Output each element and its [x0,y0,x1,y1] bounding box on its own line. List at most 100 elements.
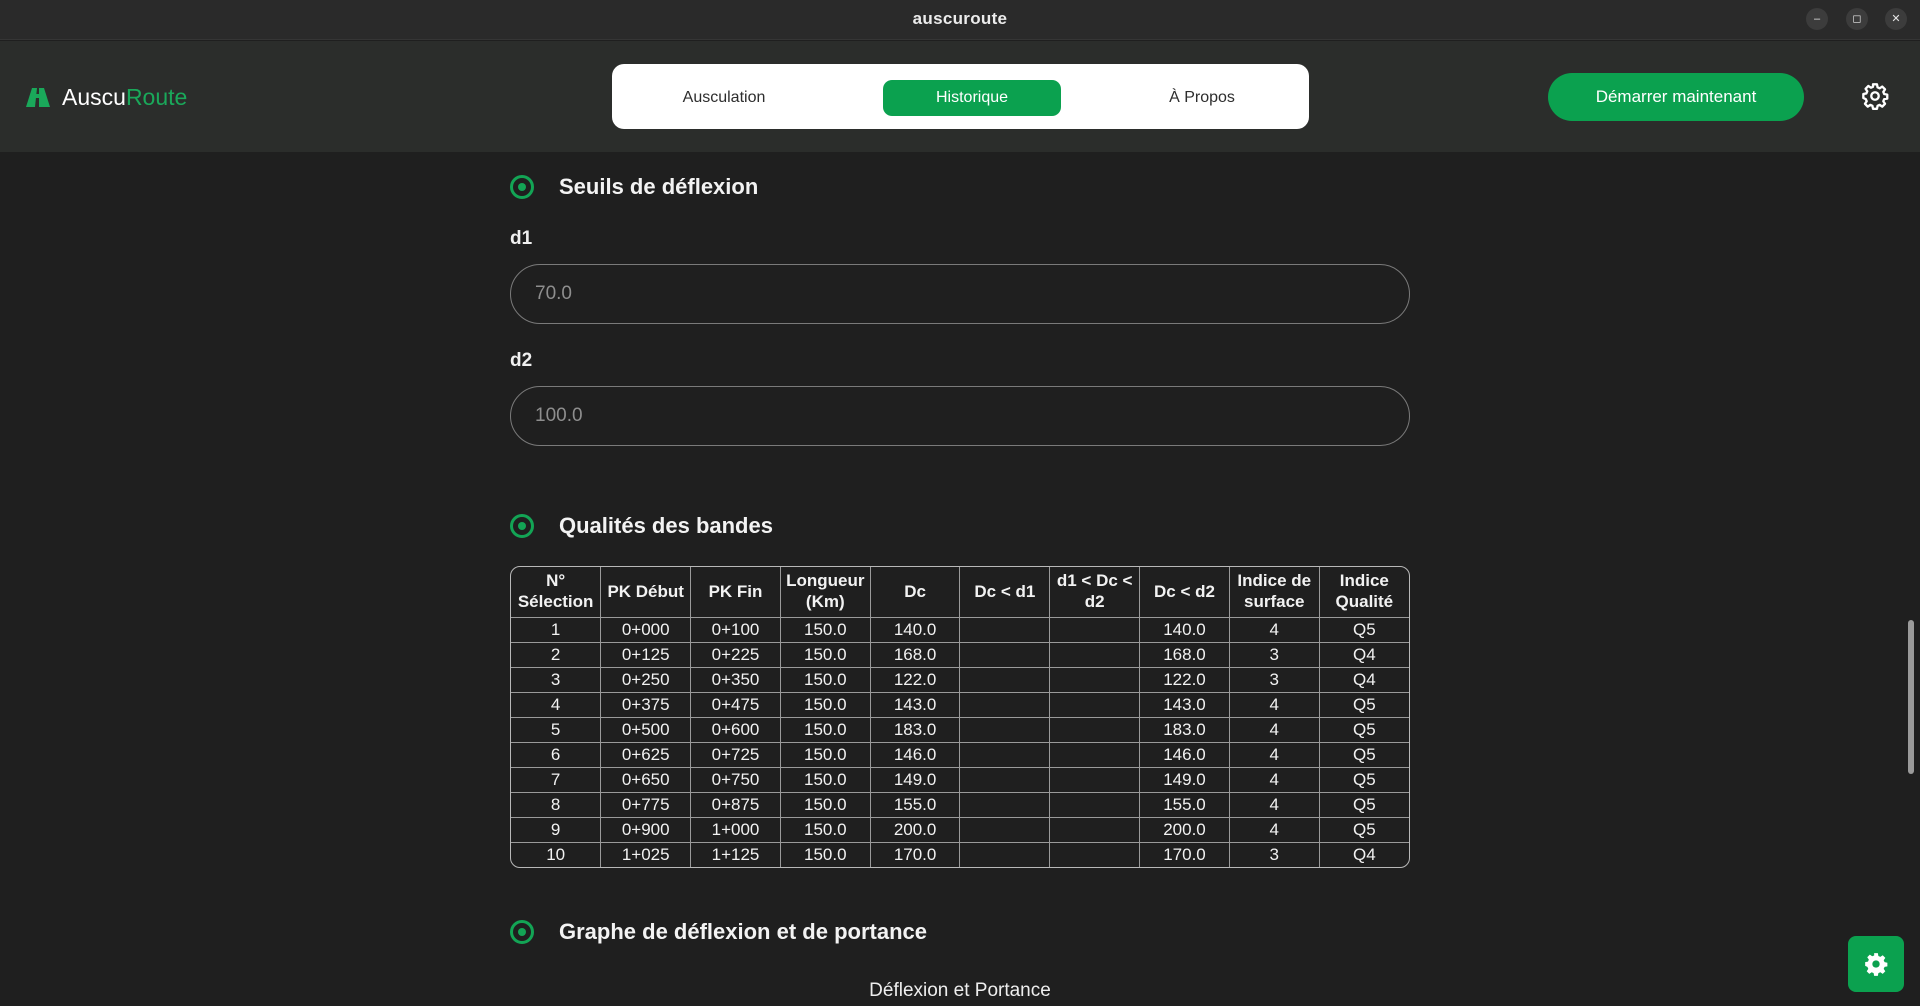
section-title: Graphe de déflexion et de portance [559,919,927,944]
table-cell: 3 [1228,841,1320,867]
table-row: 9 0+900 1+000 150.0 200.0 200.0 4 Q5 [511,816,1409,843]
table-cell [1049,666,1141,693]
d1-label: d1 [510,228,533,249]
table-cell: 150.0 [779,791,871,818]
section-title: Seuils de déflexion [559,174,759,199]
table-cell: 9 [511,816,602,843]
table-cell: 0+250 [600,666,692,693]
table-cell: 149.0 [1139,766,1230,793]
section-radio-icon[interactable] [510,920,534,944]
table-cell [1049,741,1141,768]
column-header: Dc [869,567,961,618]
table-cell [1049,641,1141,668]
table-cell: 0+350 [690,666,781,693]
scrollbar-thumb[interactable] [1908,620,1914,774]
table-cell [959,816,1051,843]
table-cell: 4 [511,691,602,718]
table-cell [959,666,1051,693]
maximize-button[interactable]: ◻ [1846,8,1868,30]
table-cell [959,691,1051,718]
table-cell: 10 [511,841,602,867]
brand-name: AuscuRoute [62,84,187,111]
table-row: 1 0+000 0+100 150.0 140.0 140.0 4 Q5 [511,616,1409,643]
table-cell [1049,691,1141,718]
table-cell: 150.0 [779,641,871,668]
table-cell: 122.0 [869,666,961,693]
column-header: Longueur (Km) [779,567,871,618]
table-cell: 0+750 [690,766,781,793]
table-cell: 0+775 [600,791,692,818]
tab-a-propos[interactable]: À Propos [1132,80,1272,116]
table-cell [1049,841,1141,867]
start-now-button[interactable]: Démarrer maintenant [1548,73,1804,121]
section-radio-icon[interactable] [510,514,534,538]
section-radio-icon[interactable] [510,175,534,199]
main-content: Seuils de déflexion d1 d2 Qualités des b… [0,152,1920,1006]
table-row: 7 0+650 0+750 150.0 149.0 149.0 4 Q5 [511,766,1409,793]
table-cell [1049,766,1141,793]
table-cell: 4 [1228,816,1320,843]
table-cell [1049,716,1141,743]
gear-icon[interactable] [1861,82,1889,110]
table-cell: 0+875 [690,791,781,818]
table-cell [959,766,1051,793]
table-cell: Q5 [1318,716,1409,743]
table-cell: 146.0 [869,741,961,768]
table-cell: 0+500 [600,716,692,743]
table-cell: 0+650 [600,766,692,793]
tab-ausculation[interactable]: Ausculation [650,80,798,116]
table-cell [959,791,1051,818]
table-cell: 1 [511,616,602,643]
table-cell [959,616,1051,643]
table-cell: 150.0 [779,616,871,643]
table-cell: 155.0 [869,791,961,818]
table-cell: 4 [1228,691,1320,718]
table-cell: 5 [511,716,602,743]
table-row: 5 0+500 0+600 150.0 183.0 183.0 4 Q5 [511,716,1409,743]
minimize-button[interactable]: – [1806,8,1828,30]
table-cell: 4 [1228,741,1320,768]
table-cell: 3 [511,666,602,693]
table-cell: 6 [511,741,602,768]
table-cell: 0+225 [690,641,781,668]
table-cell: 183.0 [869,716,961,743]
table-row: 8 0+775 0+875 150.0 155.0 155.0 4 Q5 [511,791,1409,818]
table-cell: 150.0 [779,766,871,793]
table-cell: 0+125 [600,641,692,668]
brand-logo[interactable]: AuscuRoute [24,83,187,111]
column-header: PK Début [600,567,692,618]
column-header: d1 < Dc < d2 [1049,567,1141,618]
settings-fab-button[interactable] [1848,936,1904,992]
table-cell: 200.0 [1139,816,1230,843]
section-quality: Qualités des bandes [510,511,773,541]
table-cell: 4 [1228,766,1320,793]
column-header: N° Sélection [511,567,602,618]
table-cell: 140.0 [869,616,961,643]
table-cell [959,641,1051,668]
table-row: 4 0+375 0+475 150.0 143.0 143.0 4 Q5 [511,691,1409,718]
d1-input[interactable] [510,264,1410,324]
window-titlebar: auscuroute – ◻ ✕ [0,0,1920,40]
table-cell [959,716,1051,743]
tab-historique[interactable]: Historique [883,80,1061,116]
d2-input[interactable] [510,386,1410,446]
table-cell: 150.0 [779,816,871,843]
gear-icon [1865,953,1888,976]
table-cell: 7 [511,766,602,793]
table-cell: 8 [511,791,602,818]
table-row: 3 0+250 0+350 150.0 122.0 122.0 3 Q4 [511,666,1409,693]
app-header: AuscuRoute Ausculation Historique À Prop… [0,41,1920,152]
table-header-row: N° Sélection PK Début PK Fin Longueur (Km) D… [511,567,1409,618]
table-cell: 150.0 [779,716,871,743]
table-cell: Q5 [1318,741,1409,768]
table-cell: 0+375 [600,691,692,718]
close-button[interactable]: ✕ [1885,8,1907,30]
table-cell: Q5 [1318,616,1409,643]
table-cell: 150.0 [779,666,871,693]
table-cell: 183.0 [1139,716,1230,743]
table-cell: 168.0 [869,641,961,668]
table-cell: Q5 [1318,791,1409,818]
column-header: Indice de surface [1228,567,1320,618]
table-cell: 0+625 [600,741,692,768]
table-cell: 170.0 [869,841,961,867]
